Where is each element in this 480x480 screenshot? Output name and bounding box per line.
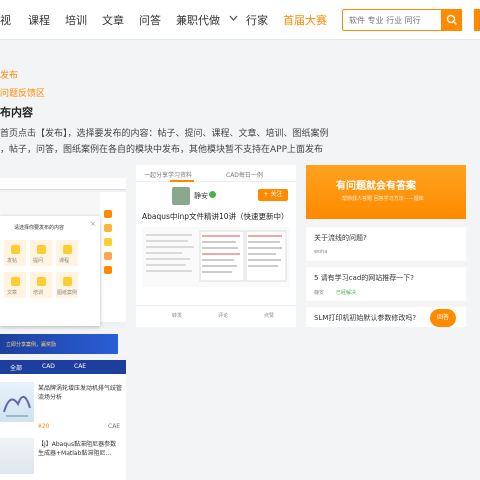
post-content-image[interactable] <box>142 227 290 287</box>
search-button[interactable] <box>442 9 462 31</box>
product-price: ¥20 <box>38 423 50 430</box>
publish-option[interactable]: 发帖 <box>4 240 26 266</box>
dialog-title: 请选择你要发布的内容 <box>14 225 65 231</box>
description-line: 首页点击【发布】，选择要发布的内容：帖子、提问、课程、文章、培训、图纸案例 <box>0 129 329 139</box>
promo-banner[interactable]: 立即分享案例，赢奖励 <box>0 334 118 354</box>
screenshot-publish-dialog: 请选择你要发布的内容 × 发帖 提问 课程 文章 培训 图纸案例 <box>0 178 126 326</box>
verified-icon <box>209 191 216 198</box>
publish-option[interactable]: 文章 <box>4 272 26 298</box>
tab-all[interactable]: 全部 <box>10 363 22 372</box>
publish-option[interactable]: 课程 <box>56 240 78 266</box>
question-item[interactable]: SLM打印机初始默认参数修改吗? 回答 <box>306 307 466 327</box>
search-icon <box>446 14 457 25</box>
tab-cad[interactable]: CAD <box>42 363 55 370</box>
publish-dialog: 请选择你要发布的内容 × 发帖 提问 课程 文章 培训 图纸案例 <box>0 216 100 326</box>
search-input[interactable] <box>342 9 442 31</box>
nav-item-parttime[interactable]: 兼职代做 <box>176 12 220 28</box>
product-title[interactable]: 【J】Abaqus黏滞阻尼器参数生成器+Matlab黏滞阻尼... <box>38 440 122 458</box>
tab-share-materials[interactable]: 一起分享学习资料 <box>144 170 192 179</box>
publish-option[interactable]: 培训 <box>30 272 52 298</box>
post-content-image-lines <box>146 230 287 282</box>
nav-item-contest[interactable]: 首届大赛 <box>283 12 327 28</box>
product-thumbnail[interactable] <box>0 382 34 422</box>
page-title: 布内容 <box>0 106 33 119</box>
question-item[interactable]: 关于流线的问题? woha <box>306 227 466 261</box>
qa-banner: 有问题就会有答案 帮你找人答题 回答学习方法——题库 <box>306 165 466 219</box>
nav-item-experts[interactable]: 行家 <box>246 12 268 28</box>
product-list-panel: 全部 CAD CAE 某品牌涡轮增压发动机排气歧管流场分析 ¥20 CAE 【J… <box>0 360 126 480</box>
question-item[interactable]: 5 请有学习cad的网站推荐一下? 静安 已经解决 <box>306 267 466 301</box>
publish-option[interactable]: 图纸案例 <box>56 272 78 298</box>
post-author[interactable]: 静安 <box>194 191 208 201</box>
top-nav: 视 课程 培训 文章 问答 兼职代做 行家 首届大赛 <box>0 0 480 40</box>
breadcrumb[interactable]: 发布 <box>0 68 18 81</box>
post-title[interactable]: Abaqus中inp文件精讲10讲（快速更新中） <box>142 211 289 222</box>
mock-header <box>0 178 126 190</box>
like-action[interactable]: 点赞 <box>264 312 274 319</box>
follow-button[interactable]: + 关注 <box>258 189 288 201</box>
section-tag[interactable]: 问题反馈区 <box>0 86 45 99</box>
nav-item-training[interactable]: 培训 <box>65 12 87 28</box>
qa-banner-title: 有问题就会有答案 <box>336 181 416 192</box>
product-category: CAE <box>108 423 121 430</box>
tab-cad-daily[interactable]: CAD每日一例 <box>226 170 263 179</box>
nav-item-video[interactable]: 视 <box>0 12 11 28</box>
publish-option[interactable]: 提问 <box>30 240 52 266</box>
nav-action-button[interactable] <box>474 9 480 31</box>
product-title[interactable]: 某品牌涡轮增压发动机排气歧管流场分析 <box>38 384 122 402</box>
answer-button[interactable]: 回答 <box>430 309 456 327</box>
description-line: ，帖子，问答，图纸案例在各自的模块中发布，其他模块暂不支持在APP上面发布 <box>0 145 324 155</box>
product-thumbnail[interactable] <box>0 438 34 474</box>
screenshot-qa-list: 有问题就会有答案 帮你找人答题 回答学习方法——题库 关于流线的问题? woha… <box>306 165 466 327</box>
screenshot-post-detail: 一起分享学习资料 CAD每日一例 静安 + 关注 Abaqus中inp文件精讲1… <box>136 165 296 327</box>
qa-banner-subtitle: 帮你找人答题 回答学习方法——题库 <box>342 196 424 202</box>
tab-cae[interactable]: CAE <box>74 363 86 370</box>
page-content: 发布 问题反馈区 布内容 首页点击【发布】，选择要发布的内容：帖子、提问、课程、… <box>0 40 480 480</box>
engine-manifold-image <box>3 396 31 417</box>
mock-sidebar <box>100 192 126 322</box>
nav-item-articles[interactable]: 文章 <box>102 12 124 28</box>
share-action[interactable]: 转发 <box>172 312 182 319</box>
comment-action[interactable]: 评论 <box>218 312 228 319</box>
tab-bar: 全部 CAD CAE <box>0 360 126 374</box>
nav-item-courses[interactable]: 课程 <box>28 12 50 28</box>
active-tab-indicator <box>170 180 194 182</box>
avatar[interactable] <box>172 187 190 205</box>
close-icon[interactable]: × <box>90 220 96 228</box>
chevron-down-icon[interactable] <box>229 15 238 22</box>
nav-item-qa[interactable]: 问答 <box>139 12 161 28</box>
